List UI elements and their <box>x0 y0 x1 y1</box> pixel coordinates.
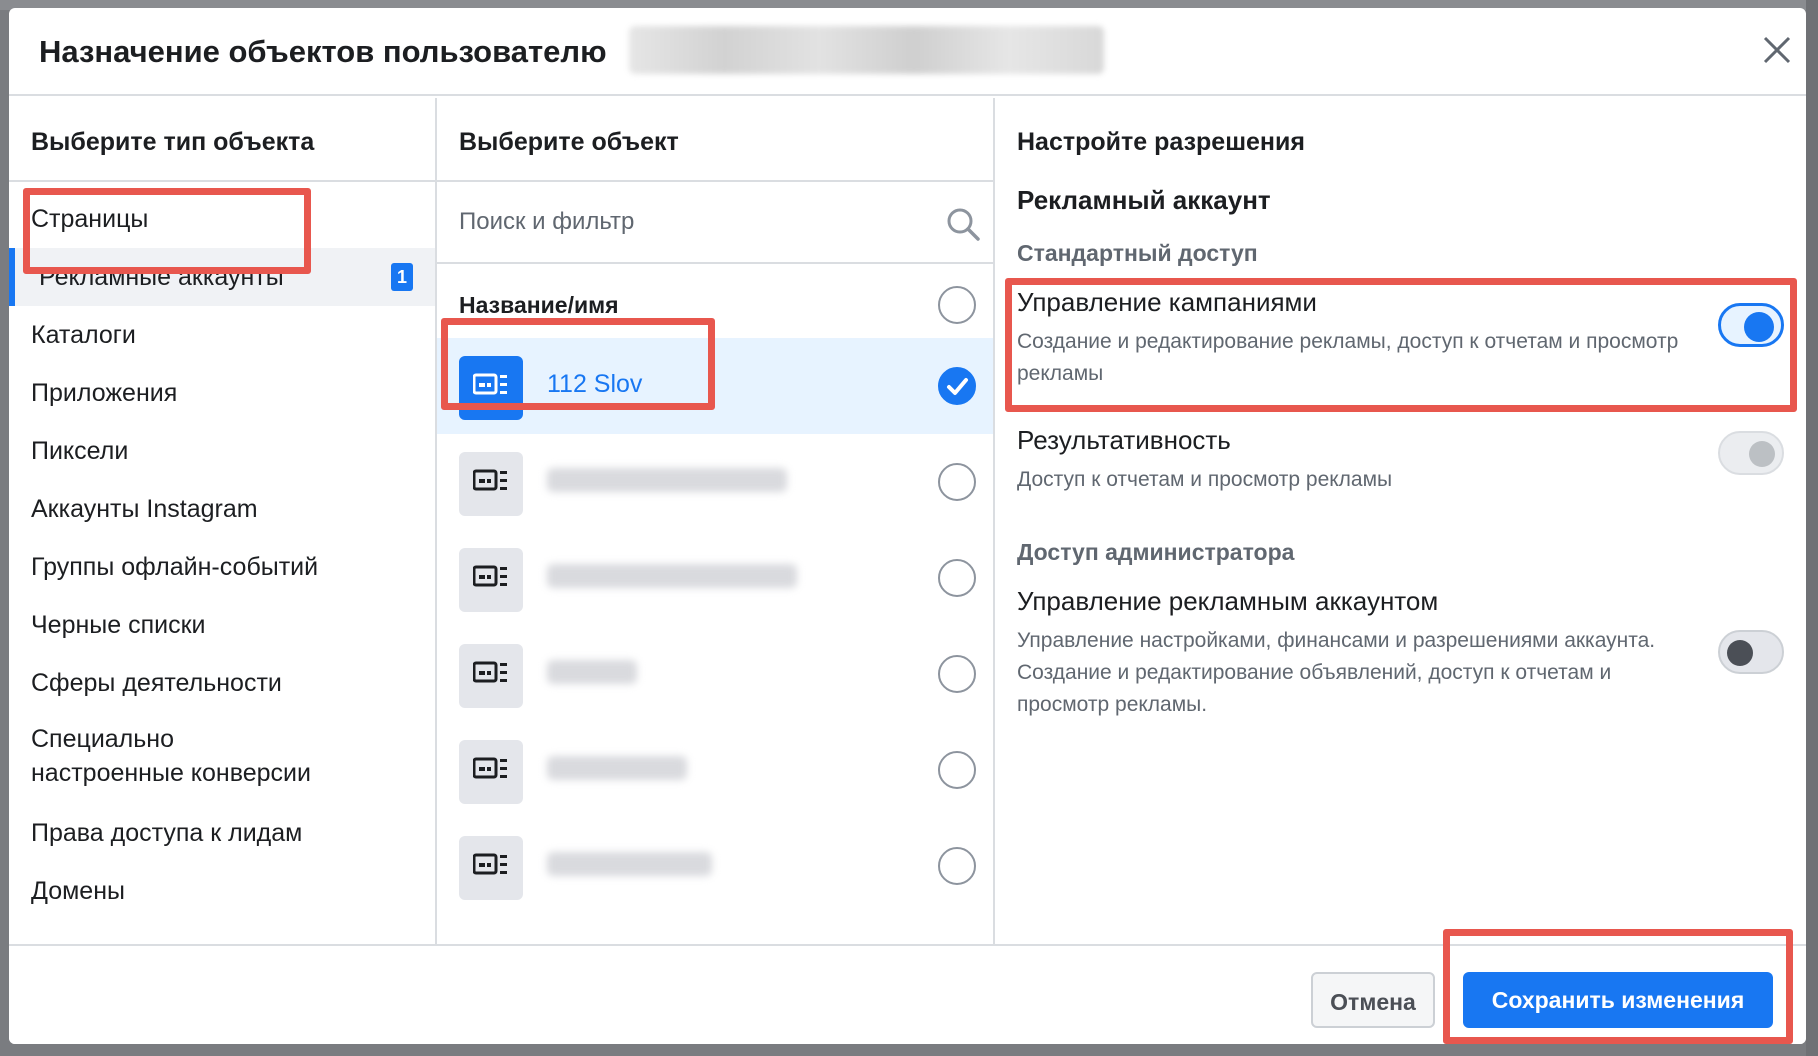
type-item-label: Специально настроенные конверсии <box>31 725 311 787</box>
redacted-object-name <box>547 468 787 492</box>
permissions-column: Настройте разрешения Рекламный аккаунт С… <box>995 98 1806 944</box>
backdrop-edge <box>1806 0 1818 1056</box>
name-column-header: Название/имя <box>437 264 993 338</box>
permission-manage-campaigns: Управление кампаниями Создание и редакти… <box>995 287 1806 417</box>
object-checkbox-checked[interactable] <box>938 367 976 405</box>
performance-toggle[interactable] <box>1718 431 1784 475</box>
checkmark-icon <box>947 378 968 395</box>
type-item-label: Сферы деятельности <box>31 669 282 697</box>
permission-title: Результативность <box>1017 425 1231 455</box>
ad-account-icon <box>459 836 523 900</box>
dialog-header: Назначение объектов пользователю <box>9 8 1806 96</box>
type-item-pages[interactable]: Страницы <box>9 190 435 248</box>
count-badge: 1 <box>391 263 413 291</box>
ad-account-icon <box>459 452 523 516</box>
ad-account-icon <box>459 356 523 420</box>
search-row <box>437 182 993 264</box>
account-type-title: Рекламный аккаунт <box>1017 185 1271 215</box>
manage-account-toggle[interactable] <box>1718 630 1784 674</box>
save-changes-button[interactable]: Сохранить изменения <box>1463 972 1773 1028</box>
object-radio[interactable] <box>938 463 976 501</box>
permission-title: Управление рекламным аккаунтом <box>1017 586 1439 616</box>
ad-account-icon <box>459 740 523 804</box>
type-item-label: Домены <box>31 877 125 905</box>
dialog-footer: Отмена Сохранить изменения <box>9 944 1806 1044</box>
type-item-label: Страницы <box>31 205 149 233</box>
manage-campaigns-toggle[interactable] <box>1718 303 1784 347</box>
permission-title: Управление кампаниями <box>1017 287 1317 317</box>
object-radio[interactable] <box>938 655 976 693</box>
type-item-apps[interactable]: Приложения <box>9 364 435 422</box>
ad-account-icon <box>459 548 523 612</box>
type-item-label: Черные списки <box>31 611 206 639</box>
type-item-label: Приложения <box>31 379 178 407</box>
type-item-custom-conversions[interactable]: Специально настроенные конверсии <box>9 712 435 804</box>
object-radio[interactable] <box>938 751 976 789</box>
object-row-selected[interactable]: 112 Slov <box>437 338 993 434</box>
type-item-pixels[interactable]: Пиксели <box>9 422 435 480</box>
close-icon <box>1763 36 1791 64</box>
search-input[interactable] <box>459 200 919 244</box>
type-item-instagram-accounts[interactable]: Аккаунты Instagram <box>9 480 435 538</box>
type-item-block-lists[interactable]: Черные списки <box>9 596 435 654</box>
select-all-radio[interactable] <box>938 286 976 324</box>
type-item-label: Каталоги <box>31 321 136 349</box>
redacted-object-name <box>547 852 712 876</box>
dialog-title: Назначение объектов пользователю <box>39 34 607 69</box>
object-column: Выберите объект Название/имя <box>437 98 995 944</box>
redacted-object-name <box>547 660 637 684</box>
object-row[interactable] <box>437 626 993 722</box>
close-button[interactable] <box>1759 32 1795 68</box>
type-item-lead-access[interactable]: Права доступа к лидам <box>9 804 435 862</box>
object-type-heading: Выберите тип объекта <box>9 98 435 182</box>
type-item-label: Группы офлайн-событий <box>31 553 319 581</box>
admin-access-label: Доступ администратора <box>1017 539 1295 565</box>
redacted-object-name <box>547 756 687 780</box>
object-radio[interactable] <box>938 847 976 885</box>
type-item-label: Права доступа к лидам <box>31 819 303 847</box>
object-type-list: Страницы Рекламные аккаунты 1 Каталоги П… <box>9 190 435 920</box>
object-heading: Выберите объект <box>437 98 993 182</box>
permissions-heading: Настройте разрешения <box>1017 128 1305 156</box>
redacted-object-name <box>547 564 797 588</box>
type-item-business-verticals[interactable]: Сферы деятельности <box>9 654 435 712</box>
permission-description: Управление настройками, финансами и разр… <box>1017 629 1656 716</box>
object-row[interactable] <box>437 434 993 530</box>
standard-access-label: Стандартный доступ <box>1017 240 1258 266</box>
object-row[interactable] <box>437 530 993 626</box>
assign-objects-dialog: Назначение объектов пользователю Выберит… <box>9 8 1806 1044</box>
object-row[interactable] <box>437 722 993 818</box>
type-item-ad-accounts[interactable]: Рекламные аккаунты 1 <box>9 248 435 306</box>
permission-performance: Результативность Доступ к отчетам и прос… <box>995 425 1806 535</box>
cancel-button[interactable]: Отмена <box>1311 972 1435 1028</box>
type-item-label: Рекламные аккаунты <box>39 263 284 291</box>
type-item-catalogs[interactable]: Каталоги <box>9 306 435 364</box>
object-row[interactable] <box>437 818 993 914</box>
ad-account-icon <box>459 644 523 708</box>
redacted-user-name <box>629 26 1104 74</box>
permission-description: Создание и редактирование рекламы, досту… <box>1017 330 1679 385</box>
permission-manage-account: Управление рекламным аккаунтом Управлени… <box>995 586 1806 721</box>
object-name: 112 Slov <box>547 370 643 398</box>
type-item-label: Аккаунты Instagram <box>31 495 258 523</box>
type-item-label: Пиксели <box>31 437 129 465</box>
search-icon[interactable] <box>945 206 981 242</box>
object-radio[interactable] <box>938 559 976 597</box>
type-item-domains[interactable]: Домены <box>9 862 435 920</box>
name-column-label: Название/имя <box>459 292 619 318</box>
object-type-column: Выберите тип объекта Страницы Рекламные … <box>9 98 437 944</box>
permission-description: Доступ к отчетам и просмотр рекламы <box>1017 468 1393 491</box>
type-item-offline-event-groups[interactable]: Группы офлайн-событий <box>9 538 435 596</box>
